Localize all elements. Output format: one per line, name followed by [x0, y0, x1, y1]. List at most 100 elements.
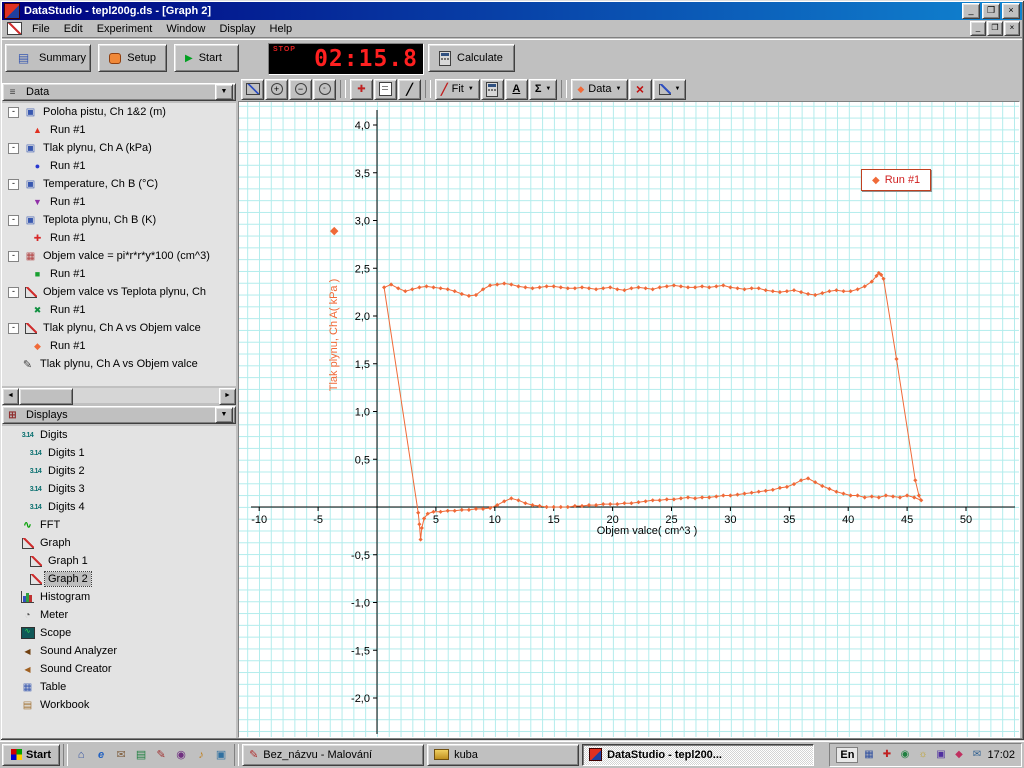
collapse-icon[interactable]: [8, 322, 19, 334]
tray-icon-3[interactable]: [897, 747, 912, 762]
scroll-left-icon[interactable]: ◄: [2, 388, 19, 405]
minimize-button[interactable]: _: [962, 3, 980, 19]
mdi-close-button[interactable]: ×: [1004, 21, 1020, 36]
displays-panel-menu-button[interactable]: ▼: [215, 407, 233, 423]
displays-item-workbook[interactable]: Workbook: [2, 696, 236, 714]
displays-item-digits[interactable]: Digits: [2, 426, 236, 444]
tray-icon-7[interactable]: [969, 747, 984, 762]
displays-item-meter[interactable]: Meter: [2, 606, 236, 624]
keyboard-layout-indicator[interactable]: En: [836, 746, 859, 763]
run-item[interactable]: Run #1: [2, 121, 236, 139]
zoom-select-button[interactable]: [313, 78, 336, 100]
menu-edit[interactable]: Edit: [57, 21, 90, 37]
collapse-icon[interactable]: [8, 142, 19, 154]
task-button-datastudio[interactable]: DataStudio - tepl200...: [582, 743, 815, 766]
calculator-button[interactable]: [480, 78, 504, 100]
displays-item-digits-3[interactable]: Digits 3: [2, 480, 236, 498]
task-button-kuba[interactable]: kuba: [427, 743, 580, 766]
displays-item-table[interactable]: Table: [2, 678, 236, 696]
quicklaunch-icon-3[interactable]: [112, 746, 130, 764]
graph-canvas[interactable]: -10 -5 5 10 15 20 25 30 35 40 45 50 4,0 3,5 3,0 2,5 2,0 1…: [238, 101, 1020, 738]
x-axis-title[interactable]: Objem valce( cm^3 ): [537, 525, 757, 537]
scroll-right-icon[interactable]: ►: [219, 388, 236, 405]
run-item[interactable]: Run #1: [2, 337, 236, 355]
tray-icon-2[interactable]: [879, 747, 894, 762]
mdi-restore-button[interactable]: ❐: [987, 21, 1003, 36]
scrollbar-track[interactable]: [73, 388, 219, 403]
quicklaunch-icon-6[interactable]: [172, 746, 190, 764]
menu-experiment[interactable]: Experiment: [90, 21, 160, 37]
zoom-in-button[interactable]: [265, 78, 288, 100]
statistics-menu-button[interactable]: ▼: [528, 78, 558, 100]
data-item-tlak-plynu[interactable]: Tlak plynu, Ch A (kPa): [2, 139, 236, 157]
displays-item-sound-analyzer[interactable]: Sound Analyzer: [2, 642, 236, 660]
displays-item-digits-1[interactable]: Digits 1: [2, 444, 236, 462]
title-bar[interactable]: DataStudio - tepl200g.ds - [Graph 2] _ ❐…: [2, 2, 1022, 20]
displays-item-graph-1[interactable]: Graph 1: [2, 552, 236, 570]
graph-legend[interactable]: Run #1: [861, 169, 932, 191]
quicklaunch-icon-4[interactable]: [132, 746, 150, 764]
tray-icon-6[interactable]: [951, 747, 966, 762]
collapse-icon[interactable]: [8, 250, 19, 262]
smart-tool-button[interactable]: [350, 78, 373, 100]
menu-window[interactable]: Window: [159, 21, 212, 37]
displays-item-sound-creator[interactable]: Sound Creator: [2, 660, 236, 678]
note-tool-button[interactable]: [374, 78, 397, 100]
data-item-poloha-pistu[interactable]: Poloha pistu, Ch 1&2 (m): [2, 103, 236, 121]
graph-window-icon[interactable]: [7, 22, 22, 35]
data-tree-hscrollbar[interactable]: ◄ ►: [2, 388, 236, 405]
data-item-tlak-vs-objem[interactable]: Tlak plynu, Ch A vs Objem valce: [2, 319, 236, 337]
data-item-objem-valce[interactable]: Objem valce = pi*r*r*y*100 (cm^3): [2, 247, 236, 265]
delete-button[interactable]: [628, 78, 652, 100]
data-menu-button[interactable]: Data ▼: [571, 78, 628, 100]
data-item-teplota-plynu[interactable]: Teplota plynu, Ch B (K): [2, 211, 236, 229]
displays-item-digits-2[interactable]: Digits 2: [2, 462, 236, 480]
zoom-out-button[interactable]: [289, 78, 312, 100]
displays-item-histogram[interactable]: Histogram: [2, 588, 236, 606]
collapse-icon[interactable]: [8, 286, 19, 298]
collapse-icon[interactable]: [8, 106, 19, 118]
run-item[interactable]: Run #1: [2, 265, 236, 283]
summary-button[interactable]: Summary: [5, 44, 91, 72]
data-panel-header[interactable]: Data ▼: [2, 83, 236, 101]
setup-button[interactable]: Setup: [98, 44, 167, 72]
tray-icon-1[interactable]: [861, 747, 876, 762]
start-button[interactable]: Start: [174, 44, 239, 72]
tray-icon-5[interactable]: [933, 747, 948, 762]
quicklaunch-icon-8[interactable]: [212, 746, 230, 764]
y-axis-title[interactable]: Tlak plynu, Ch A( kPa ): [328, 250, 340, 420]
data-item-tlak-vs-objem-2[interactable]: Tlak plynu, Ch A vs Objem valce: [2, 355, 236, 373]
mdi-minimize-button[interactable]: _: [970, 21, 986, 36]
displays-item-scope[interactable]: Scope: [2, 624, 236, 642]
menu-file[interactable]: File: [25, 21, 57, 37]
menu-help[interactable]: Help: [263, 21, 300, 37]
task-button-paint[interactable]: Bez_názvu - Malování: [242, 743, 425, 766]
slope-tool-button[interactable]: [398, 78, 421, 100]
calculate-button[interactable]: Calculate: [428, 44, 515, 72]
data-item-temperature[interactable]: Temperature, Ch B (°C): [2, 175, 236, 193]
text-tool-button[interactable]: [504, 78, 528, 100]
close-button[interactable]: ×: [1002, 3, 1020, 19]
collapse-icon[interactable]: [8, 214, 19, 226]
data-item-objem-vs-teplota[interactable]: Objem valce vs Teplota plynu, Ch: [2, 283, 236, 301]
quicklaunch-icon-2[interactable]: [92, 746, 110, 764]
quicklaunch-icon-1[interactable]: [72, 746, 90, 764]
quicklaunch-icon-5[interactable]: [152, 746, 170, 764]
run-item[interactable]: Run #1: [2, 193, 236, 211]
tray-icon-4[interactable]: [915, 747, 930, 762]
run-item[interactable]: Run #1: [2, 301, 236, 319]
start-menu-button[interactable]: Start: [2, 743, 61, 766]
run-item[interactable]: Run #1: [2, 157, 236, 175]
collapse-icon[interactable]: [8, 178, 19, 190]
fit-menu-button[interactable]: Fit ▼: [435, 78, 480, 100]
displays-panel-header[interactable]: Displays ▼: [2, 406, 236, 424]
scrollbar-thumb[interactable]: [19, 388, 73, 405]
displays-item-fft[interactable]: FFT: [2, 516, 236, 534]
menu-display[interactable]: Display: [212, 21, 262, 37]
taskbar-clock[interactable]: 17:02: [987, 749, 1015, 761]
datastudio-app-icon[interactable]: [4, 3, 20, 19]
displays-item-graph[interactable]: Graph: [2, 534, 236, 552]
displays-item-digits-4[interactable]: Digits 4: [2, 498, 236, 516]
scale-to-fit-button[interactable]: [241, 78, 264, 100]
displays-item-graph-2[interactable]: Graph 2: [2, 570, 236, 588]
